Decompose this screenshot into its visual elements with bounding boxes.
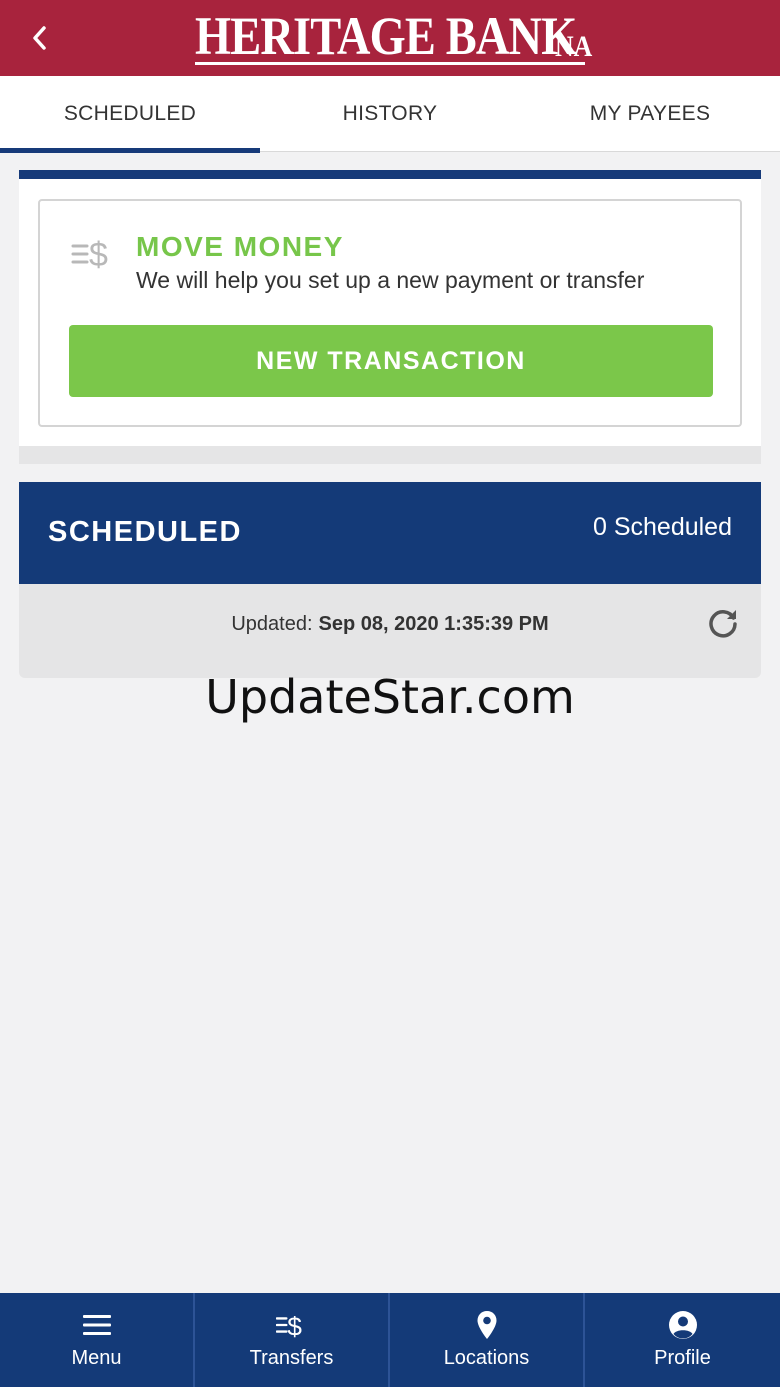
scheduled-title: SCHEDULED — [48, 516, 242, 548]
move-money-subtitle: We will help you set up a new payment or… — [136, 267, 645, 293]
transfers-icon: $ — [275, 1311, 302, 1341]
nav-profile[interactable]: Profile — [585, 1293, 780, 1387]
bottom-nav: Menu $ Transfers Locations Profile — [0, 1293, 780, 1387]
nav-menu-label: Menu — [71, 1347, 122, 1369]
scheduled-card: SCHEDULED 0 Scheduled Updated: Sep 08, 2… — [19, 482, 761, 678]
tab-history[interactable]: HISTORY — [260, 76, 520, 152]
logo-main-text: HERITAGE BANK — [195, 6, 577, 66]
tab-scheduled[interactable]: SCHEDULED — [0, 76, 260, 153]
nav-locations[interactable]: Locations — [390, 1293, 585, 1387]
nav-transfers[interactable]: $ Transfers — [195, 1293, 390, 1387]
chevron-left-icon — [33, 26, 46, 50]
updated-label: Updated: — [231, 612, 313, 635]
menu-icon — [82, 1315, 111, 1335]
nav-transfers-label: Transfers — [249, 1347, 334, 1369]
money-transfer-icon: $ — [71, 236, 108, 274]
logo-suffix-text: NA — [555, 30, 593, 63]
svg-text:$: $ — [287, 1311, 302, 1341]
tab-bar: SCHEDULED HISTORY MY PAYEES — [0, 76, 780, 153]
move-money-card: $ MOVE MONEY We will help you set up a n… — [19, 170, 761, 464]
svg-text:$: $ — [89, 236, 108, 274]
updated-value: Sep 08, 2020 1:35:39 PM — [318, 612, 549, 635]
back-button[interactable] — [20, 18, 60, 58]
location-pin-icon — [477, 1311, 496, 1339]
tab-my-payees[interactable]: MY PAYEES — [520, 76, 780, 152]
logo-underline — [195, 62, 585, 65]
scheduled-count: 0 Scheduled — [592, 513, 732, 541]
watermark-text: UpdateStar.com — [205, 670, 575, 724]
nav-profile-label: Profile — [654, 1347, 711, 1369]
move-money-title: MOVE MONEY — [136, 231, 344, 262]
new-transaction-button[interactable]: NEW TRANSACTION — [69, 325, 713, 397]
scheduled-header: SCHEDULED 0 Scheduled — [19, 482, 761, 584]
bank-logo: HERITAGE BANK NA — [195, 4, 592, 70]
nav-menu[interactable]: Menu — [0, 1293, 195, 1387]
nav-locations-label: Locations — [443, 1347, 530, 1369]
updated-timestamp: Updated: Sep 08, 2020 1:35:39 PM — [19, 584, 761, 664]
refresh-icon[interactable] — [705, 606, 741, 642]
move-money-box: $ MOVE MONEY We will help you set up a n… — [38, 199, 742, 427]
profile-icon — [668, 1311, 697, 1339]
app-header: HERITAGE BANK NA — [0, 0, 780, 76]
scheduled-body: Updated: Sep 08, 2020 1:35:39 PM — [19, 584, 761, 678]
